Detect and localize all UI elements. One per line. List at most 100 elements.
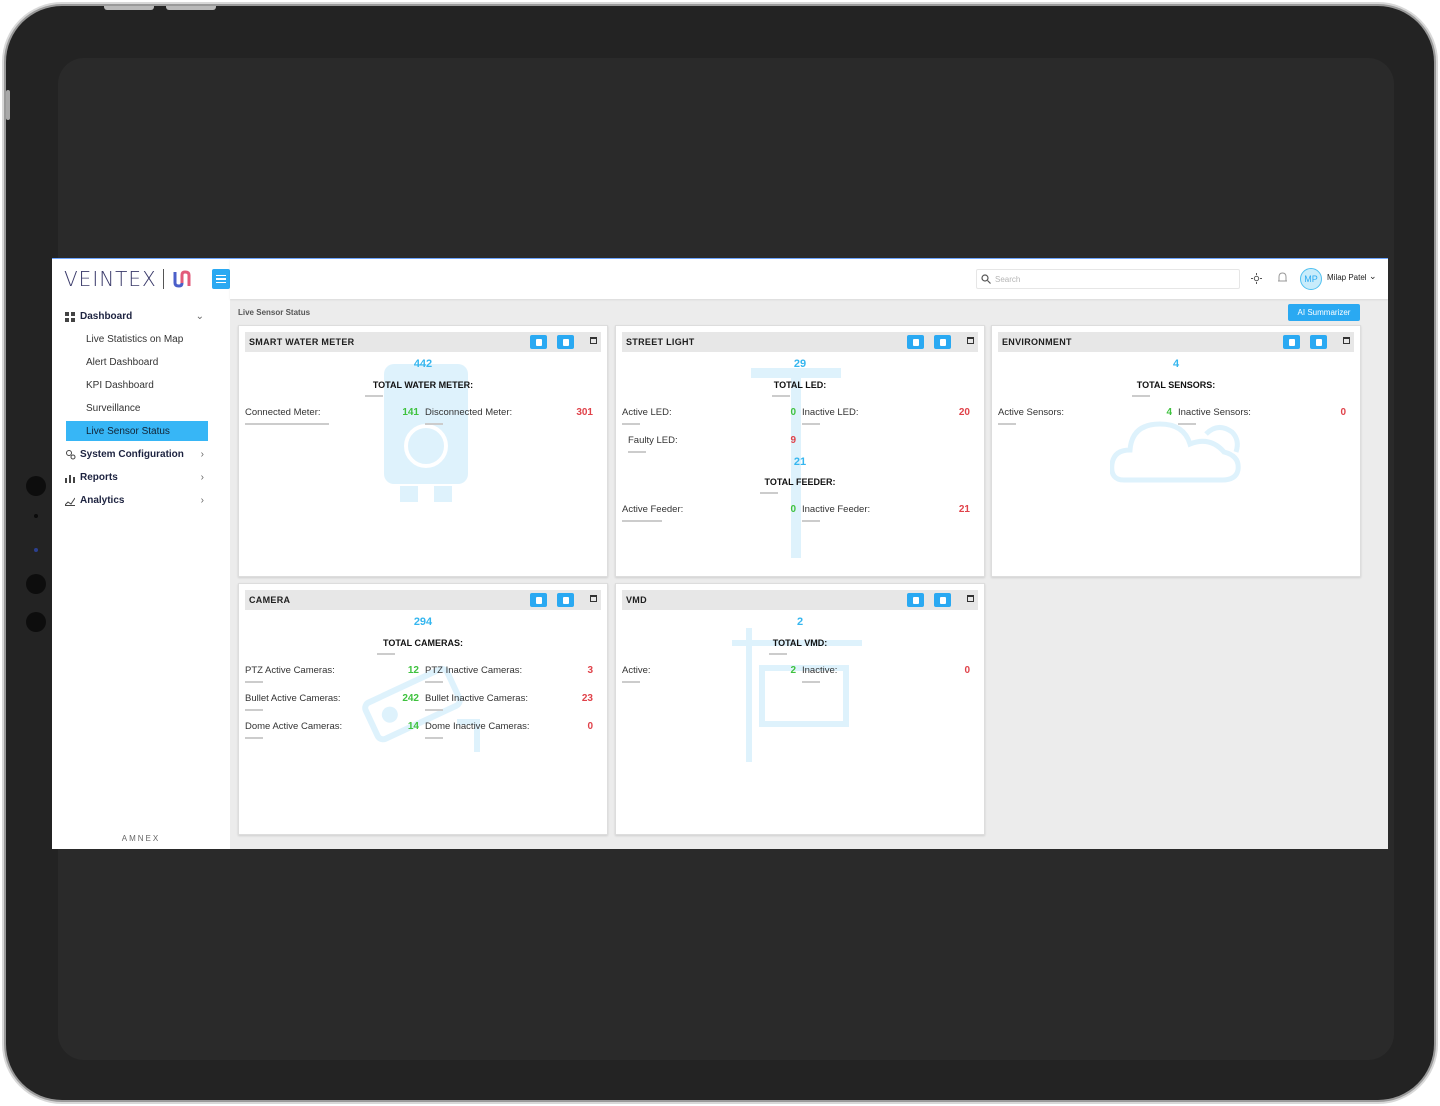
- total-feeder-value: 21: [793, 456, 807, 468]
- faulty-led-value: 9: [790, 435, 796, 446]
- dashboard-icon: [64, 311, 76, 323]
- underline: [245, 709, 263, 711]
- document-icon[interactable]: [557, 335, 574, 349]
- total-cameras-label: TOTAL CAMERAS:: [383, 638, 463, 648]
- bar-chart-icon: [64, 472, 76, 484]
- sidebar-subitem-live-statistics-map[interactable]: Live Statistics on Map: [52, 328, 230, 351]
- sidebar-item-label: Dashboard: [80, 311, 133, 322]
- camera-lens: [26, 612, 46, 632]
- document-icon[interactable]: [530, 335, 547, 349]
- search-input[interactable]: [995, 274, 1225, 284]
- user-name[interactable]: Milap Patel: [1327, 273, 1367, 282]
- dome-inactive-label: Dome Inactive Cameras:: [425, 721, 530, 732]
- volume-button: [166, 6, 216, 10]
- underline: [425, 709, 443, 711]
- dome-inactive-value: 0: [587, 721, 593, 732]
- chevron-right-icon: ›: [200, 449, 204, 460]
- sidebar-item-label: Reports: [80, 472, 118, 483]
- breadcrumb: Live Sensor Status: [238, 308, 311, 317]
- ai-summarizer-button[interactable]: AI Summarizer: [1288, 304, 1360, 321]
- underline: [245, 681, 263, 683]
- user-avatar[interactable]: MP: [1300, 268, 1322, 290]
- logo-divider: [162, 269, 164, 289]
- card-camera: CAMERA 294 TOTAL CAMERAS: PTZ Active Cam…: [238, 583, 608, 835]
- document-icon[interactable]: [907, 593, 924, 607]
- theme-toggle-icon[interactable]: [1249, 271, 1263, 285]
- card-header: ENVIRONMENT: [998, 332, 1354, 352]
- ptz-inactive-value: 3: [587, 665, 593, 676]
- underline: [1178, 423, 1196, 425]
- window-icon[interactable]: [590, 595, 597, 602]
- bullet-active-label: Bullet Active Cameras:: [245, 693, 341, 704]
- sidebar-item-label: System Configuration: [80, 449, 184, 460]
- document-icon[interactable]: [530, 593, 547, 607]
- underline: [365, 395, 383, 397]
- document-icon[interactable]: [1310, 335, 1327, 349]
- sidebar-item-reports[interactable]: Reports ›: [52, 466, 230, 489]
- total-led-label: TOTAL LED:: [773, 380, 827, 390]
- dome-active-value: 14: [407, 721, 419, 732]
- sidebar-subitem-live-sensor-status[interactable]: Live Sensor Status: [66, 421, 208, 441]
- document-icon[interactable]: [934, 335, 951, 349]
- total-sensors-label: TOTAL SENSORS:: [1136, 380, 1216, 390]
- bullet-inactive-value: 23: [581, 693, 593, 704]
- chevron-down-icon[interactable]: ⌄: [1369, 271, 1377, 282]
- card-environment: ENVIRONMENT 4 TOTAL SENSORS: Active Sens…: [991, 325, 1361, 577]
- logo-row: VEINTEX: [52, 259, 230, 299]
- underline: [425, 737, 443, 739]
- sidebar-subitem-alert-dashboard[interactable]: Alert Dashboard: [52, 351, 230, 374]
- inactive-feeder-value: 21: [958, 504, 970, 515]
- card-header: VMD: [622, 590, 978, 610]
- gears-icon: [64, 449, 76, 461]
- total-feeder-label: TOTAL FEEDER:: [764, 477, 836, 487]
- underline: [628, 451, 646, 453]
- chevron-right-icon: ›: [200, 472, 204, 483]
- sensor-dot: [34, 514, 38, 518]
- document-icon[interactable]: [557, 593, 574, 607]
- active-led-label: Active LED:: [622, 407, 672, 418]
- underline: [425, 681, 443, 683]
- inactive-led-label: Inactive LED:: [802, 407, 859, 418]
- sidebar-subitem-kpi-dashboard[interactable]: KPI Dashboard: [52, 374, 230, 397]
- bullet-active-value: 242: [402, 693, 419, 704]
- ptz-active-value: 12: [407, 665, 419, 676]
- sidebar-subitem-surveillance[interactable]: Surveillance: [52, 397, 230, 420]
- window-icon[interactable]: [967, 337, 974, 344]
- bullet-inactive-label: Bullet Inactive Cameras:: [425, 693, 528, 704]
- document-icon[interactable]: [907, 335, 924, 349]
- analytics-icon: [64, 495, 76, 507]
- underline: [622, 520, 662, 522]
- sidebar-item-dashboard[interactable]: Dashboard ⌄: [52, 305, 230, 328]
- ptz-inactive-label: PTZ Inactive Cameras:: [425, 665, 523, 676]
- underline: [772, 395, 790, 397]
- chevron-right-icon: ›: [200, 495, 204, 506]
- bell-icon[interactable]: [1275, 271, 1289, 285]
- underline: [425, 423, 443, 425]
- window-icon[interactable]: [590, 337, 597, 344]
- power-button: [6, 90, 10, 120]
- total-water-meter-label: TOTAL WATER METER:: [372, 380, 474, 390]
- card-title: VMD: [626, 595, 647, 605]
- sidebar-item-label: Analytics: [80, 495, 125, 506]
- total-vmd-label: TOTAL VMD:: [772, 638, 828, 648]
- card-header: STREET LIGHT: [622, 332, 978, 352]
- document-icon[interactable]: [934, 593, 951, 607]
- underline: [622, 681, 640, 683]
- brand-logo: VEINTEX: [64, 267, 157, 291]
- sidebar-item-system-configuration[interactable]: System Configuration ›: [52, 443, 230, 466]
- underline: [802, 681, 820, 683]
- document-icon[interactable]: [1283, 335, 1300, 349]
- footer-logo: AMNEX: [121, 834, 161, 843]
- search-icon: [981, 274, 991, 284]
- window-icon[interactable]: [967, 595, 974, 602]
- sidebar-item-analytics[interactable]: Analytics ›: [52, 489, 230, 512]
- card-title: ENVIRONMENT: [1002, 337, 1072, 347]
- menu-toggle-button[interactable]: [211, 269, 230, 289]
- search-box[interactable]: [976, 269, 1240, 289]
- vmd-inactive-value: 0: [964, 665, 970, 676]
- window-icon[interactable]: [1343, 337, 1350, 344]
- active-sensors-label: Active Sensors:: [998, 407, 1064, 418]
- total-led-value: 29: [793, 358, 807, 370]
- sensor-dot: [34, 548, 38, 552]
- total-cameras-value: 294: [413, 616, 433, 628]
